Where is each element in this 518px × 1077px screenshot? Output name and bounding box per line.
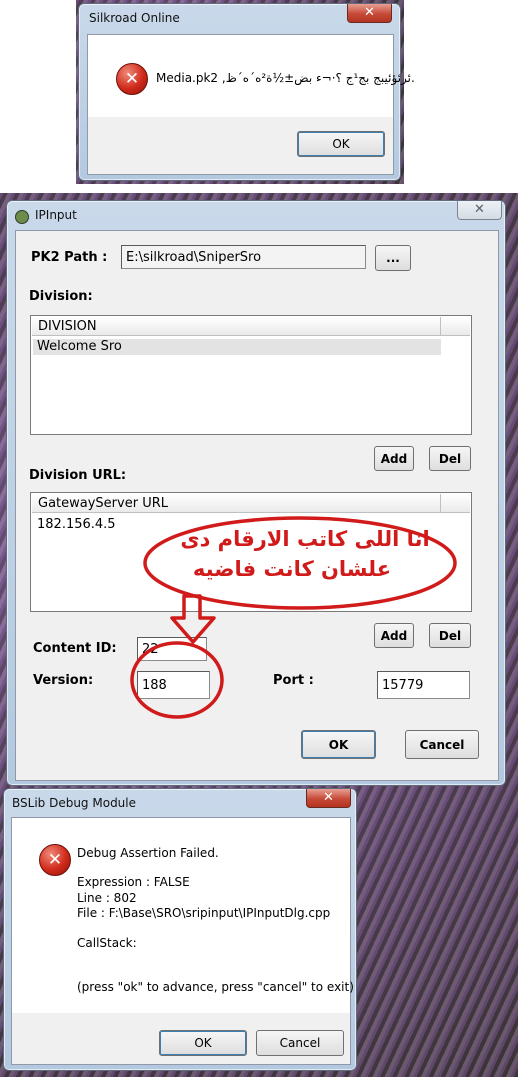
title-bar[interactable]: IPInput ✕	[7, 201, 505, 229]
line-text: Line : 802	[77, 891, 137, 905]
close-button[interactable]: ✕	[306, 789, 351, 808]
version-label: Version:	[33, 673, 94, 688]
add-division-button[interactable]: Add	[374, 446, 414, 471]
debug-module-dialog: BSLib Debug Module ✕ ✕ Debug Assertion F…	[3, 788, 357, 1071]
error-message: Media.pk2 ,ئرئؤئ‍يبج بج¹ج ؟·¬ء بض±½ة²ه´ه…	[156, 71, 415, 85]
file-text: File : F:\Base\SRO\sripinput\IPInputDlg.…	[77, 906, 331, 920]
button-area: OK	[87, 117, 394, 175]
column-header-filler	[441, 494, 470, 513]
error-icon: ✕	[39, 844, 71, 876]
ok-button[interactable]: OK	[297, 131, 385, 157]
ok-button[interactable]: OK	[159, 1030, 247, 1056]
title-bar[interactable]: Silkroad Online ✕	[79, 4, 400, 32]
pk2-path-input[interactable]	[121, 245, 366, 269]
window-title: IPInput	[35, 208, 77, 222]
add-url-button[interactable]: Add	[374, 623, 414, 648]
list-item[interactable]: 182.156.4.5	[33, 517, 116, 533]
port-input[interactable]	[377, 671, 470, 699]
division-label: Division:	[29, 289, 93, 304]
browse-button[interactable]: ...	[375, 245, 411, 271]
division-column-header[interactable]: DIVISION	[32, 317, 441, 336]
version-input[interactable]	[137, 671, 210, 699]
content-id-input[interactable]	[137, 637, 207, 661]
error-icon: ✕	[116, 63, 148, 95]
pk2-path-label: PK2 Path :	[31, 250, 108, 265]
list-item[interactable]: Welcome Sro	[33, 339, 441, 355]
title-bar[interactable]: BSLib Debug Module ✕	[4, 789, 356, 817]
window-title: Silkroad Online	[89, 11, 180, 25]
del-url-button[interactable]: Del	[429, 623, 471, 648]
message-area: ✕ Media.pk2 ,ئرئؤئ‍يبج بج¹ج ؟·¬ء بض±½ة²ه…	[87, 34, 415, 118]
annotation-line-1: انا اللى كاتب الارقام دى	[180, 527, 430, 551]
ok-button[interactable]: OK	[301, 730, 376, 759]
close-button[interactable]: ✕	[457, 201, 502, 220]
dialog-body: PK2 Path : ... Division: DIVISION Welcom…	[15, 230, 499, 781]
column-header-filler	[441, 317, 470, 336]
annotation-text: انا اللى كاتب الارقام دى علشان كانت فاضي…	[160, 524, 450, 584]
callstack-label: CallStack:	[77, 936, 137, 950]
cancel-button[interactable]: Cancel	[256, 1030, 344, 1056]
cancel-button[interactable]: Cancel	[405, 730, 479, 759]
del-division-button[interactable]: Del	[429, 446, 471, 471]
expression-text: Expression : FALSE	[77, 875, 190, 889]
button-area: OK Cancel	[11, 1013, 351, 1065]
ipinput-dialog: IPInput ✕ PK2 Path : ... Division: DIVIS…	[6, 200, 506, 786]
instructions-text: (press "ok" to advance, press "cancel" t…	[77, 980, 354, 994]
window-title: BSLib Debug Module	[12, 796, 137, 810]
close-button[interactable]: ✕	[347, 4, 392, 23]
debug-heading: Debug Assertion Failed.	[77, 846, 219, 860]
division-list[interactable]: DIVISION Welcome Sro	[30, 315, 472, 435]
port-label: Port :	[273, 673, 314, 688]
annotation-line-2: علشان كانت فاضيه	[192, 557, 392, 581]
silkroad-online-dialog: Silkroad Online ✕ ✕ Media.pk2 ,ئرئؤئ‍يبج…	[78, 3, 415, 181]
content-id-label: Content ID:	[33, 641, 117, 656]
app-icon	[15, 210, 29, 224]
division-url-label: Division URL:	[29, 468, 127, 483]
gateway-column-header[interactable]: GatewayServer URL	[32, 494, 441, 513]
message-area: ✕ Debug Assertion Failed. Expression : F…	[11, 817, 354, 1015]
